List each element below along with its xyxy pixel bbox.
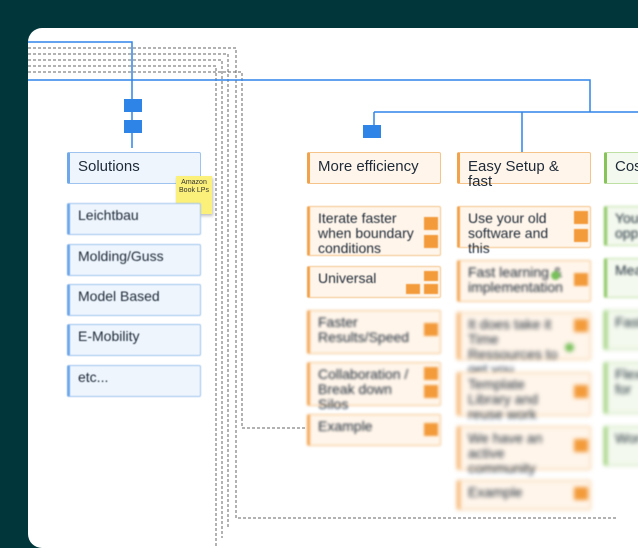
item-label: Leichtbau bbox=[78, 207, 139, 223]
setup-item[interactable]: Example bbox=[457, 480, 591, 510]
orange-tag bbox=[424, 284, 438, 294]
item-label: Example bbox=[318, 418, 373, 434]
orange-tag bbox=[406, 284, 420, 294]
blue-lines bbox=[28, 41, 638, 152]
cost-item[interactable]: Your opp bbox=[604, 206, 638, 246]
orange-tag bbox=[574, 229, 588, 242]
item-label: Model Based bbox=[78, 288, 160, 304]
orange-tag bbox=[574, 385, 588, 398]
connector-block[interactable] bbox=[124, 120, 142, 133]
item-label: We have an active community bbox=[468, 430, 543, 476]
orange-tag bbox=[424, 385, 438, 398]
efficiency-item[interactable]: Example bbox=[307, 414, 441, 446]
item-label: Faster Results/Speed bbox=[318, 314, 410, 345]
connector-block[interactable] bbox=[124, 99, 142, 112]
connector-block[interactable] bbox=[363, 125, 381, 138]
item-label: Example bbox=[468, 484, 523, 500]
efficiency-item[interactable]: Universal bbox=[307, 266, 441, 298]
efficiency-item[interactable]: Iterate faster when boundary conditions bbox=[307, 206, 441, 256]
setup-item[interactable]: Use your old software and this bbox=[457, 206, 591, 256]
more-efficiency-header-label: More efficiency bbox=[318, 158, 419, 175]
item-label: Fast learning & implementation bbox=[468, 264, 563, 295]
item-label: Fast bbox=[615, 314, 638, 330]
item-label: etc... bbox=[78, 369, 109, 385]
item-label: Flex for bbox=[615, 366, 638, 397]
orange-tag bbox=[424, 217, 438, 230]
item-label: Template Library and reuse work bbox=[468, 376, 539, 422]
item-label: Your opp bbox=[615, 210, 638, 241]
solutions-item[interactable]: E-Mobility bbox=[67, 324, 201, 356]
sticky-note-text: Amazon Book LPs bbox=[179, 179, 209, 194]
orange-tag bbox=[424, 271, 438, 281]
orange-tag bbox=[424, 323, 438, 336]
orange-tag bbox=[574, 487, 588, 500]
item-label: Wor bbox=[615, 430, 638, 446]
setup-item[interactable]: We have an active community bbox=[457, 426, 591, 476]
orange-tag bbox=[574, 439, 588, 452]
orange-tag bbox=[424, 423, 438, 436]
green-dot bbox=[565, 343, 574, 352]
cost-item[interactable]: Wor bbox=[604, 426, 638, 466]
item-label: It does take it Time Ressources to get y… bbox=[468, 316, 558, 377]
cost-header-label: Cos bbox=[615, 158, 638, 175]
orange-tag bbox=[424, 235, 438, 248]
item-label: Molding/Guss bbox=[78, 248, 164, 264]
solutions-header-label: Solutions bbox=[78, 158, 140, 175]
item-label: E-Mobility bbox=[78, 328, 140, 344]
cost-item[interactable]: Flex for bbox=[604, 362, 638, 414]
orange-tag bbox=[574, 319, 588, 332]
efficiency-item[interactable]: Faster Results/Speed bbox=[307, 310, 441, 354]
setup-item[interactable]: Fast learning & implementation bbox=[457, 260, 591, 302]
green-dot bbox=[551, 271, 560, 280]
solutions-item[interactable]: Model Based bbox=[67, 284, 201, 316]
solutions-item[interactable]: etc... bbox=[67, 365, 201, 397]
efficiency-item[interactable]: Collaboration / Break down Silos bbox=[307, 362, 441, 412]
item-label: Universal bbox=[318, 270, 377, 286]
cost-item[interactable]: Mea bbox=[604, 258, 638, 298]
more-efficiency-header[interactable]: More efficiency bbox=[307, 152, 441, 184]
orange-tag bbox=[574, 211, 588, 224]
cost-item[interactable]: Fast bbox=[604, 310, 638, 350]
setup-item[interactable]: Template Library and reuse work bbox=[457, 372, 591, 422]
item-label: Use your old software and this bbox=[468, 210, 549, 256]
cost-header[interactable]: Cos bbox=[604, 152, 638, 184]
solutions-item[interactable]: Leichtbau bbox=[67, 203, 201, 235]
item-label: Iterate faster when boundary conditions bbox=[318, 210, 414, 256]
orange-tag bbox=[424, 367, 438, 380]
item-label: Collaboration / Break down Silos bbox=[318, 366, 409, 412]
easy-setup-header[interactable]: Easy Setup & fast bbox=[457, 152, 591, 189]
solutions-item[interactable]: Molding/Guss bbox=[67, 244, 201, 276]
setup-item[interactable]: It does take it Time Ressources to get y… bbox=[457, 312, 591, 377]
orange-tag bbox=[574, 273, 588, 286]
canvas-board[interactable]: Solutions Amazon Book LPs Leichtbau Mold… bbox=[28, 28, 638, 548]
item-label: Mea bbox=[615, 262, 638, 278]
